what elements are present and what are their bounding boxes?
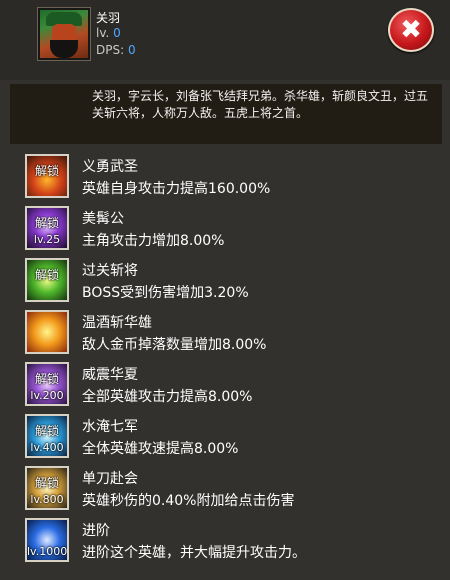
skill-name: 义勇武圣 xyxy=(82,159,138,175)
skill-requirement: lv.200 xyxy=(30,389,64,402)
skill-description: 英雄秒伤的0.40%附加给点击伤害 xyxy=(82,493,295,509)
unlock-label: 解锁 xyxy=(34,164,59,178)
skill-requirement: lv.1000 xyxy=(27,545,68,558)
skill-row[interactable]: 解锁 过关斩将 BOSS受到伤害增加3.20% xyxy=(22,256,442,308)
skill-row[interactable]: 温酒斩华雄 敌人金币掉落数量增加8.00% xyxy=(22,308,442,360)
skill-requirement: lv.25 xyxy=(33,233,61,246)
skill-name: 美髯公 xyxy=(82,211,124,227)
unlock-label: 解锁 xyxy=(34,216,59,230)
portrait-beard xyxy=(50,40,78,58)
skill-name: 过关斩将 xyxy=(82,263,138,279)
skill-requirement: lv.800 xyxy=(30,493,64,506)
skill-description: 进阶这个英雄，并大幅提升攻击力。 xyxy=(82,545,306,561)
hero-detail-panel: 关羽 lv. 0 DPS: 0 ✖ 关羽，字云长，刘备张飞结拜兄弟。杀华雄，斩颜… xyxy=(0,0,450,580)
skill-description: 全部英雄攻击力提高8.00% xyxy=(82,389,253,405)
skill-row[interactable]: 解锁 lv.200 威震华夏 全部英雄攻击力提高8.00% xyxy=(22,360,442,412)
skill-row[interactable]: 解锁 lv.400 水淹七军 全体英雄攻速提高8.00% xyxy=(22,412,442,464)
skill-name: 单刀赴会 xyxy=(82,471,138,487)
hero-portrait xyxy=(38,8,90,60)
skill-name: 温酒斩华雄 xyxy=(82,315,152,331)
skill-icon[interactable]: 解锁 lv.200 xyxy=(25,362,69,406)
skill-description: BOSS受到伤害增加3.20% xyxy=(82,285,249,301)
hero-dps: DPS: 0 xyxy=(96,43,136,57)
level-label: lv. xyxy=(96,26,110,40)
skill-icon[interactable]: 解锁 xyxy=(25,258,69,302)
level-value: 0 xyxy=(113,26,121,40)
close-button[interactable]: ✖ xyxy=(388,8,434,52)
skill-icon[interactable] xyxy=(25,310,69,354)
hero-name: 关羽 xyxy=(96,11,121,25)
skill-icon[interactable]: 解锁 lv.25 xyxy=(25,206,69,250)
dps-label: DPS: xyxy=(96,43,125,57)
unlock-label: 解锁 xyxy=(34,476,59,490)
skill-row[interactable]: 解锁 义勇武圣 英雄自身攻击力提高160.00% xyxy=(22,152,442,204)
skill-name: 威震华夏 xyxy=(82,367,138,383)
unlock-label: 解锁 xyxy=(34,424,59,438)
skill-row[interactable]: lv.1000 进阶 进阶这个英雄，并大幅提升攻击力。 xyxy=(22,516,442,568)
close-icon: ✖ xyxy=(400,15,422,45)
skill-requirement: lv.400 xyxy=(30,441,64,454)
unlock-label: 解锁 xyxy=(34,372,59,386)
skill-icon[interactable]: lv.1000 xyxy=(25,518,69,562)
skill-icon[interactable]: 解锁 lv.800 xyxy=(25,466,69,510)
skill-row[interactable]: 解锁 lv.800 单刀赴会 英雄秒伤的0.40%附加给点击伤害 xyxy=(22,464,442,516)
dps-value: 0 xyxy=(127,43,136,57)
skill-description: 主角攻击力增加8.00% xyxy=(82,233,225,249)
skill-icon[interactable]: 解锁 xyxy=(25,154,69,198)
skill-row[interactable]: 解锁 lv.25 美髯公 主角攻击力增加8.00% xyxy=(22,204,442,256)
skill-description: 英雄自身攻击力提高160.00% xyxy=(82,181,271,197)
skill-list: 解锁 义勇武圣 英雄自身攻击力提高160.00% 解锁 lv.25 美髯公 主角… xyxy=(22,152,442,568)
skill-name: 水淹七军 xyxy=(82,419,138,435)
skill-description: 敌人金币掉落数量增加8.00% xyxy=(82,337,267,353)
hero-description: 关羽，字云长，刘备张飞结拜兄弟。杀华雄，斩颜良文丑，过五关斩六将，人称万人敌。五… xyxy=(10,84,442,144)
skill-icon[interactable]: 解锁 lv.400 xyxy=(25,414,69,458)
unlock-label: 解锁 xyxy=(34,268,59,282)
hero-header: 关羽 lv. 0 DPS: 0 ✖ xyxy=(0,0,450,80)
skill-name: 进阶 xyxy=(82,523,110,539)
hero-level: lv. 0 xyxy=(96,26,121,40)
skill-description: 全体英雄攻速提高8.00% xyxy=(82,441,239,457)
